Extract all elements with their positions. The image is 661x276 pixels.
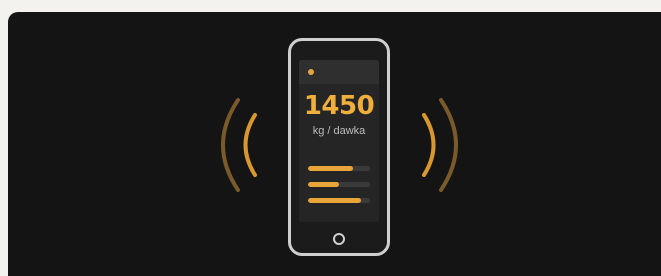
status-dot-icon [308, 69, 314, 75]
illustration-panel: 1450 kg / dawka [8, 12, 661, 276]
phone-screen: 1450 kg / dawka [299, 60, 379, 222]
signal-waves-left-icon [221, 98, 257, 192]
progress-bar-1-fill [308, 166, 353, 171]
progress-bar-2 [308, 182, 370, 187]
signal-waves-right-icon [422, 98, 458, 192]
progress-bar-3-fill [308, 198, 362, 203]
screen-header [299, 60, 379, 84]
progress-bar-1 [308, 166, 370, 171]
progress-bar-2-fill [308, 182, 339, 187]
dose-value: 1450 [303, 91, 375, 121]
home-button-icon[interactable] [333, 233, 345, 245]
progress-bar-3 [308, 198, 370, 203]
phone-device: 1450 kg / dawka [288, 38, 390, 256]
dose-unit: kg / dawka [312, 125, 366, 137]
